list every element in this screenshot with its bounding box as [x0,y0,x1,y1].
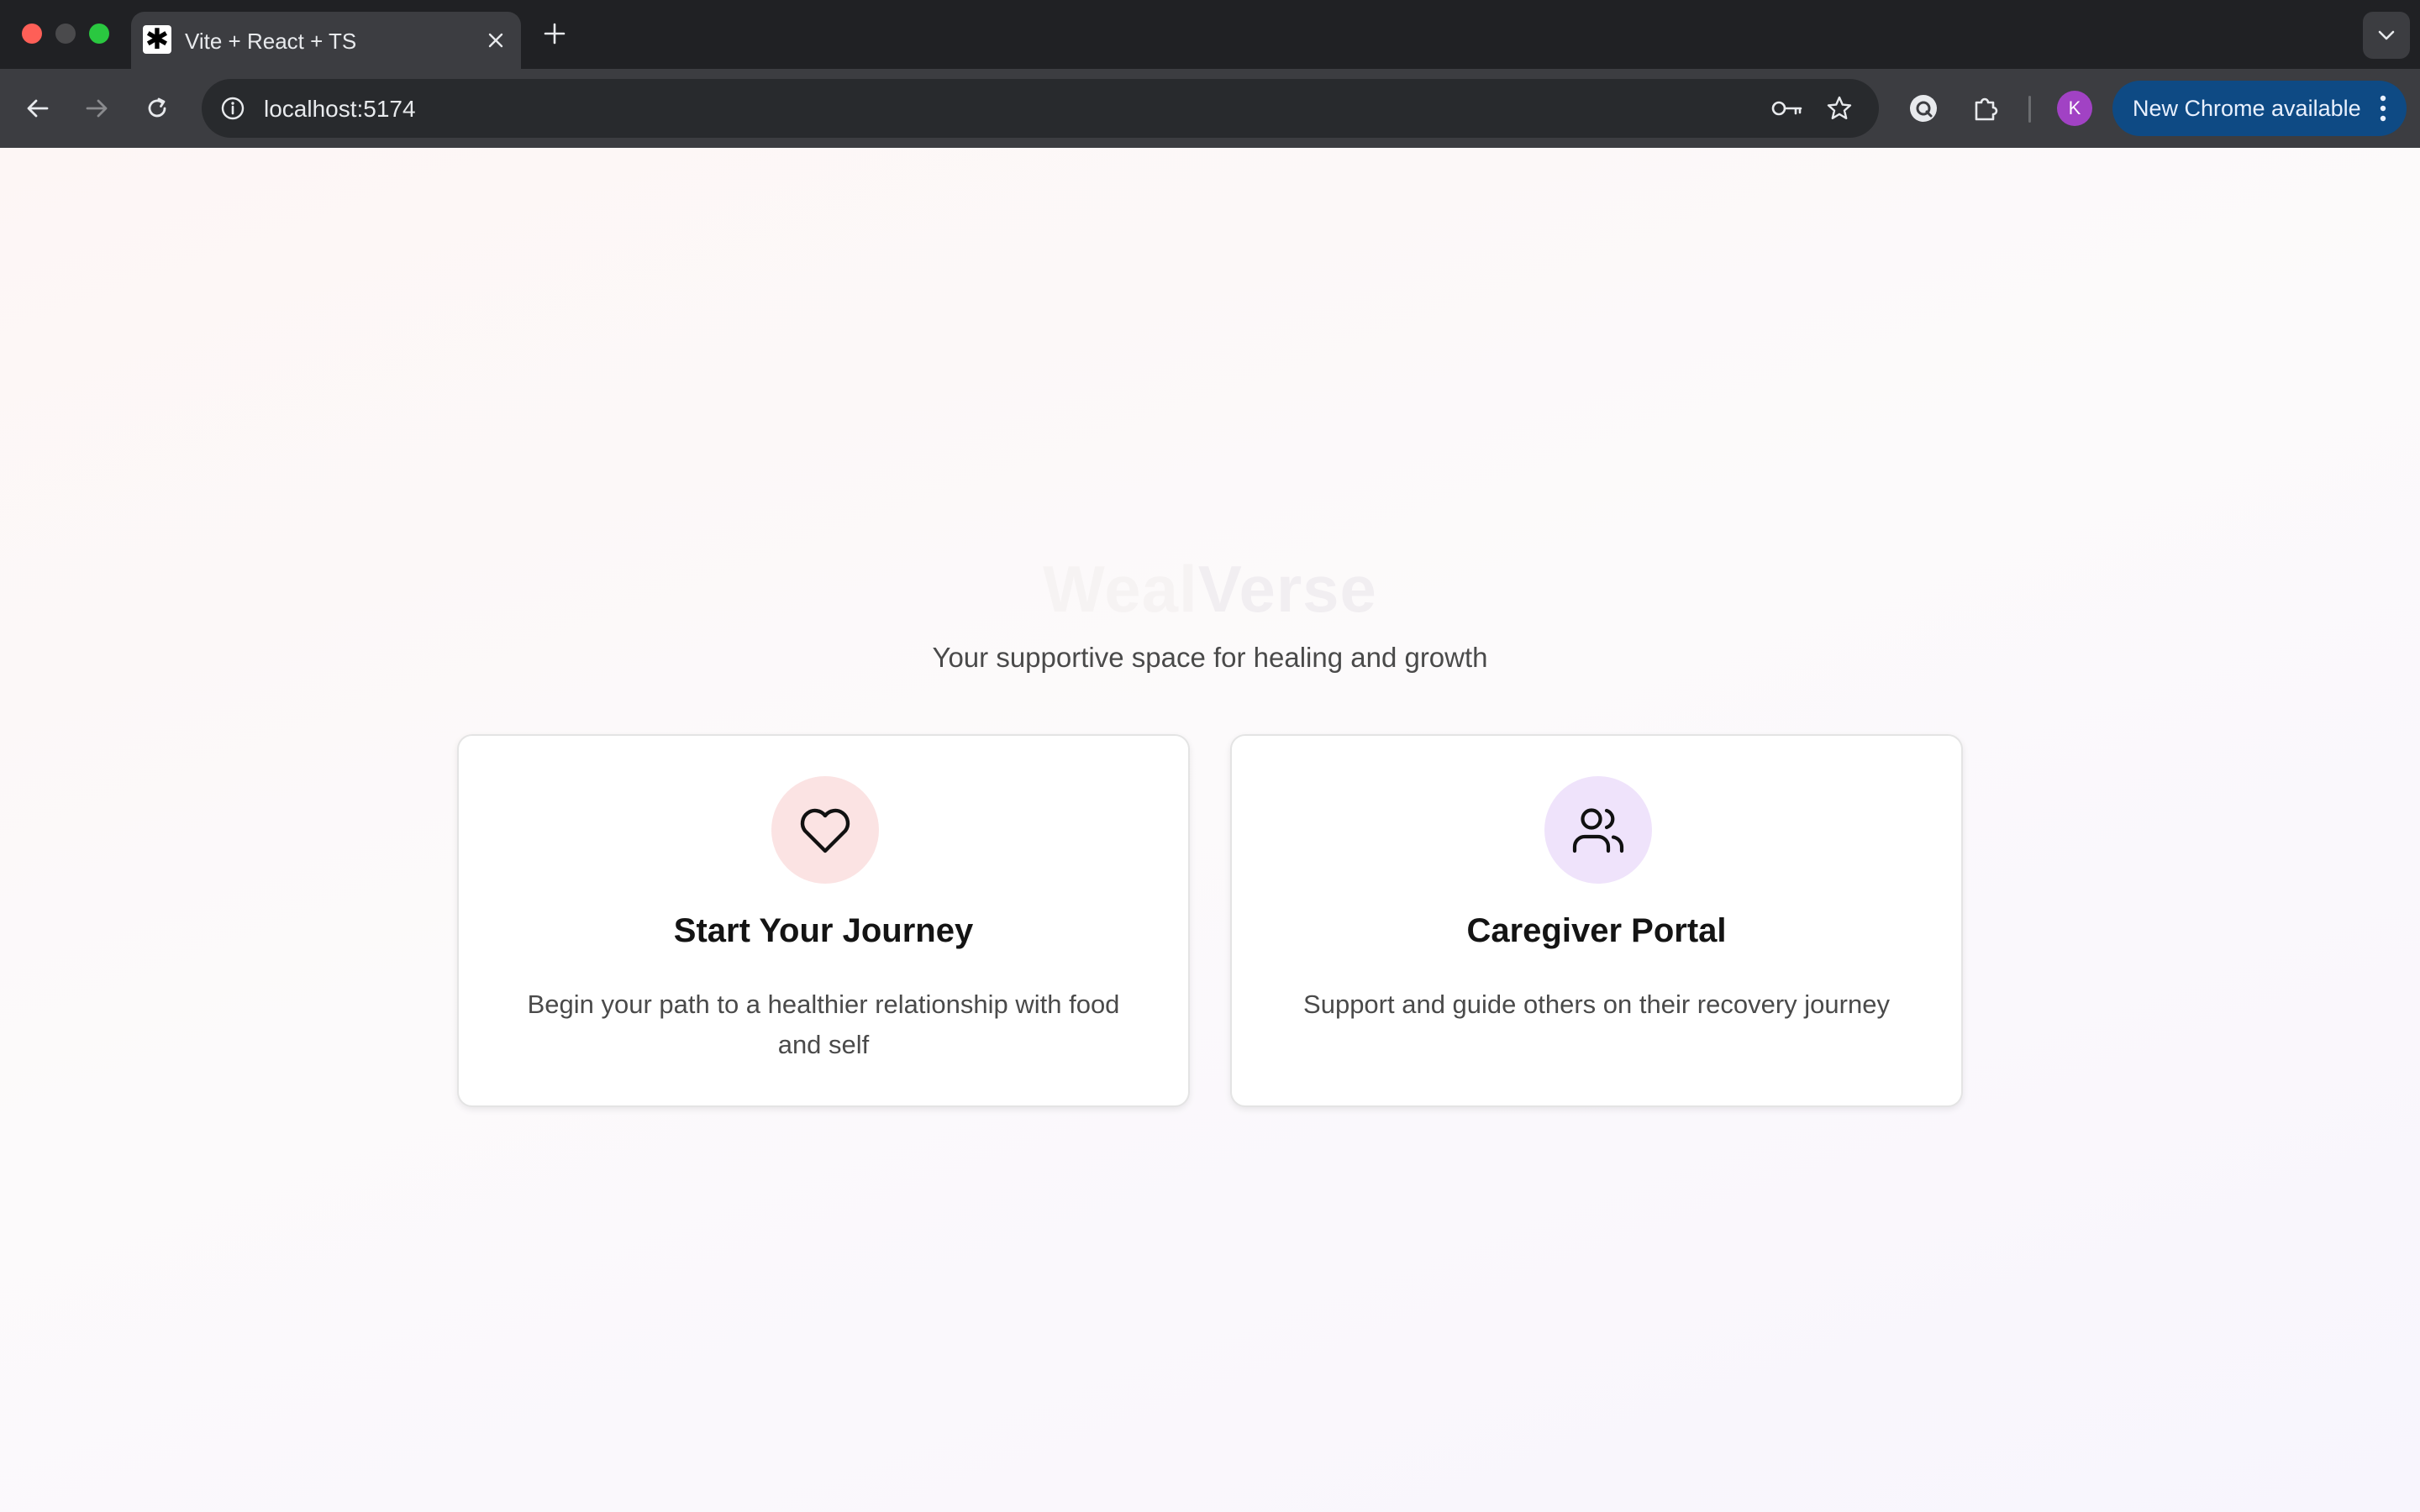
caregiver-portal-card[interactable]: Caregiver Portal Support and guide other… [1230,734,1963,1107]
site-info-icon[interactable] [215,91,250,126]
hero-subtitle: Your supportive space for healing and gr… [932,642,1488,673]
page-viewport: WealVerse Your supportive space for heal… [0,148,2420,1512]
extensions-puzzle-icon[interactable] [1965,87,2007,129]
users-icon [1572,808,1624,853]
active-tab[interactable]: ✱ Vite + React + TS [131,12,521,69]
start-journey-card[interactable]: Start Your Journey Begin your path to a … [457,734,1190,1107]
more-vertical-icon[interactable] [2375,92,2391,124]
card-title: Start Your Journey [673,912,974,949]
update-chrome-button[interactable]: New Chrome available [2112,81,2407,136]
tab-search-chevron-down-icon[interactable] [2363,12,2410,59]
password-key-icon[interactable] [1770,91,1805,126]
url-text[interactable]: localhost:5174 [264,96,416,123]
google-lens-extension-icon[interactable] [1902,87,1944,129]
address-bar[interactable]: localhost:5174 [202,79,1879,138]
reload-icon[interactable] [136,87,178,129]
browser-window: ✱ Vite + React + TS localhost:5174 K New… [0,0,2420,1512]
new-tab-plus-icon[interactable] [538,17,571,50]
minimize-window-button[interactable] [55,24,76,44]
hero-title-part2: Verse [1197,552,1377,626]
card-title: Caregiver Portal [1466,912,1727,949]
heart-icon [800,808,850,853]
close-window-button[interactable] [22,24,42,44]
hero-title-part1: Weal [1043,552,1198,626]
maximize-window-button[interactable] [89,24,109,44]
profile-avatar[interactable]: K [2057,91,2092,126]
asterisk-favicon-icon: ✱ [143,25,171,54]
forward-arrow-icon[interactable] [76,87,118,129]
tab-strip: ✱ Vite + React + TS [0,0,2420,69]
card-description: Begin your path to a healthier relations… [527,990,1120,1059]
tab-title: Vite + React + TS [185,29,357,54]
update-chrome-label: New Chrome available [2133,96,2361,121]
bookmark-star-icon[interactable] [1822,91,1857,126]
card-description: Support and guide others on their recove… [1303,990,1890,1019]
browser-toolbar: localhost:5174 K New Chrome available [0,69,2420,148]
back-arrow-icon[interactable] [17,87,59,129]
tab-close-icon[interactable] [482,27,509,54]
toolbar-divider [2028,96,2031,123]
heart-icon-circle [771,776,879,884]
hero-title: WealVerse [0,551,2420,627]
users-icon-circle [1544,776,1652,884]
